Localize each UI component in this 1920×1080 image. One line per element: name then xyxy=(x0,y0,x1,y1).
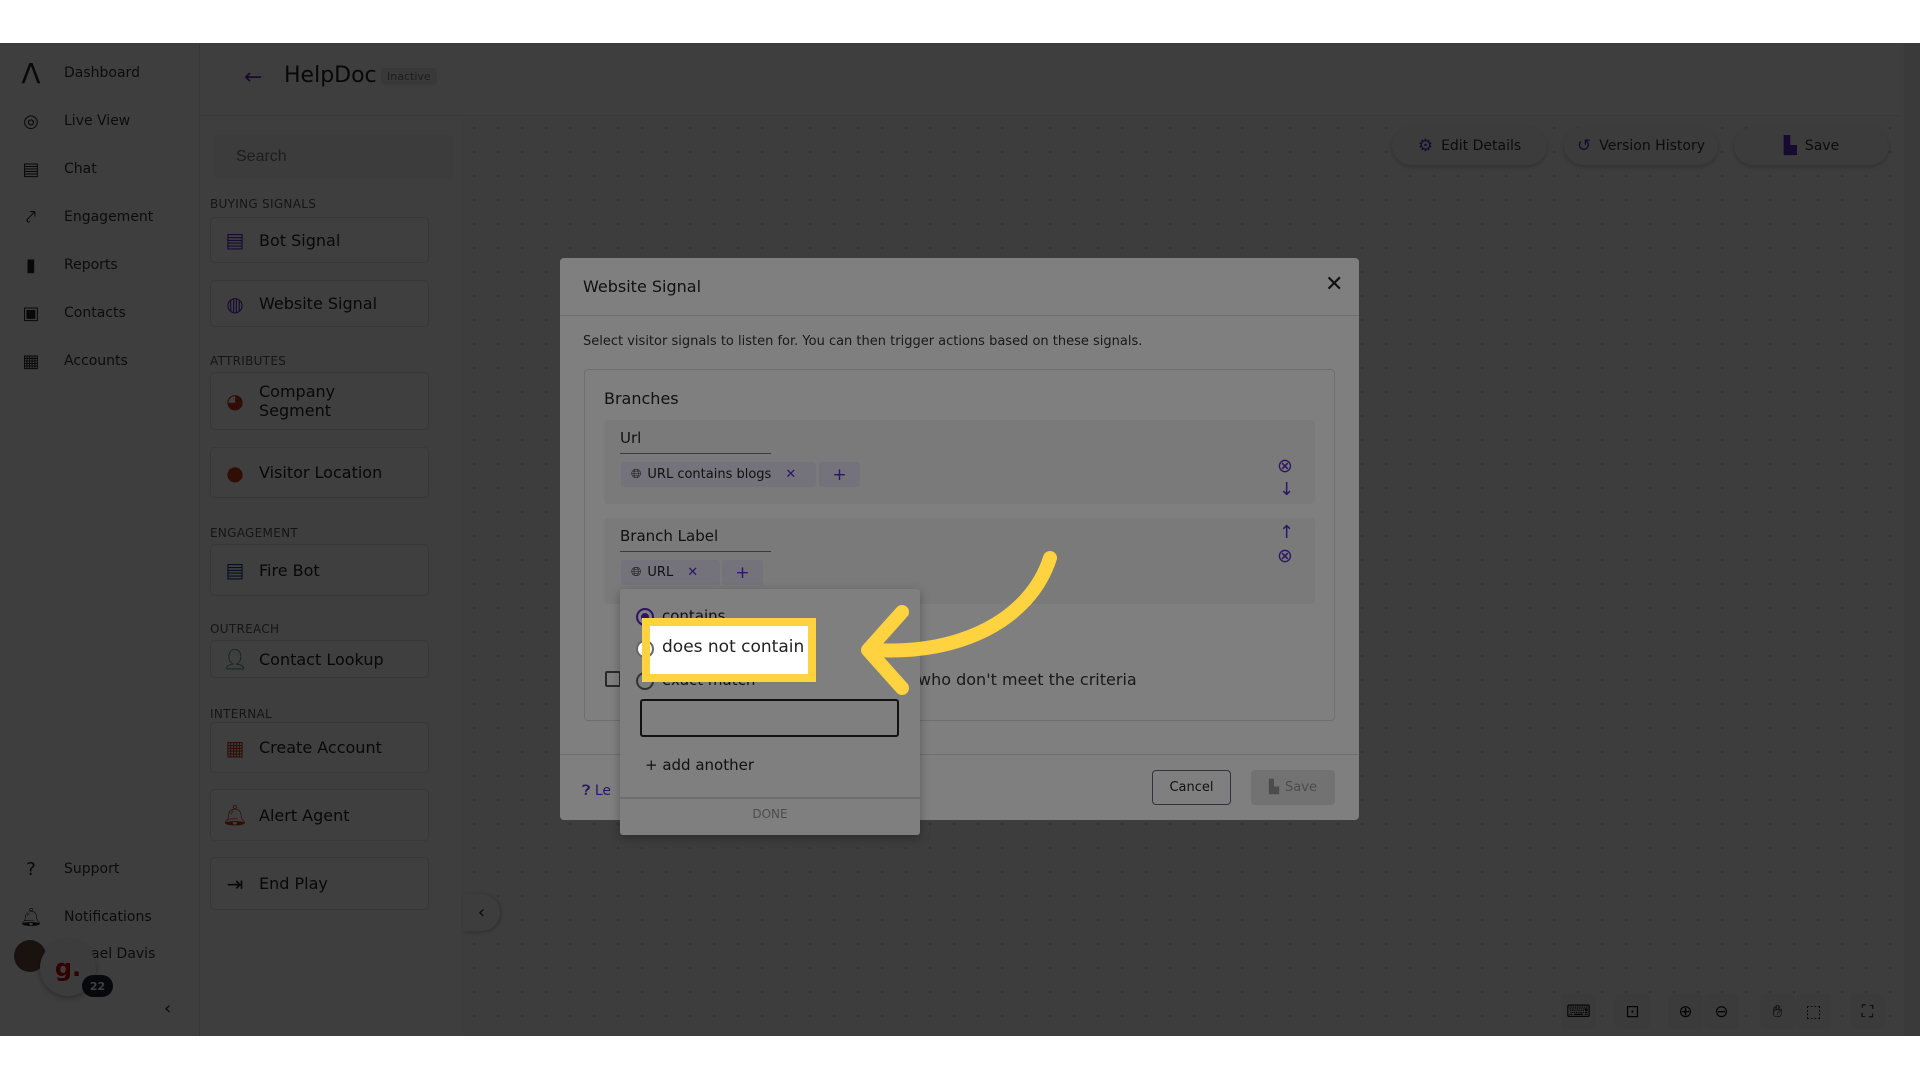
arrow-curve xyxy=(868,551,1057,658)
annotation-arrow xyxy=(861,551,1057,695)
